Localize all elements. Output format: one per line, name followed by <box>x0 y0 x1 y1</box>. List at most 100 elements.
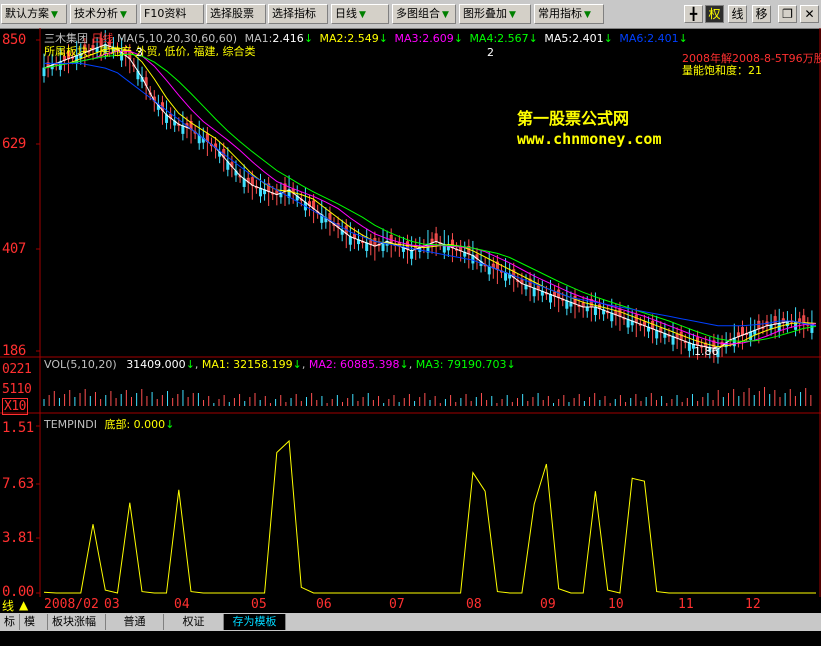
date-label: 11 <box>678 597 694 612</box>
ma1-line <box>43 44 817 350</box>
grid-icon[interactable]: ╋ <box>684 5 703 23</box>
vol-axis-label: 5110 <box>2 382 32 397</box>
ma3-value: 2.609 <box>422 32 454 45</box>
price-candle <box>365 242 369 251</box>
restore-icon[interactable]: ❐ <box>778 5 797 23</box>
price-candle <box>532 287 536 297</box>
indicator-axis-label: 7.63 <box>2 476 34 492</box>
vol-unit-label: X10 <box>2 398 28 415</box>
vol-legend: VOL(5,10,20) 31409.000↓, MA1: 32158.199↓… <box>44 358 516 371</box>
chart-area[interactable] <box>0 28 821 597</box>
date-label: 09 <box>540 597 556 612</box>
select-indicator-button[interactable]: 选择指标 <box>268 4 328 24</box>
ma5-value: 2.401 <box>572 32 604 45</box>
ma5-label: MA5: <box>544 32 573 45</box>
bottom-tab-bar: 标 模板 板块涨幅 普通 权证 存为模板 <box>0 613 821 644</box>
vol-ma3: MA3: 79190.703 <box>415 358 507 371</box>
ma6-line <box>44 62 817 327</box>
indicator-axis-label: 1.51 <box>2 420 34 436</box>
date-label: 05 <box>251 597 267 612</box>
price-candle <box>626 318 630 328</box>
tab-template[interactable]: 模板 <box>20 614 48 644</box>
energy-saturation: 量能饱和度：21 <box>682 64 762 77</box>
scheme-button[interactable]: 默认方案 ▼ <box>1 4 67 24</box>
date-axis: 线 ▲ 2008/02 03 04 05 06 07 08 09 10 11 1… <box>0 597 821 613</box>
ma4-value: 2.567 <box>497 32 529 45</box>
tab-warrant[interactable]: 权证 <box>164 614 224 630</box>
date-label: 12 <box>745 597 761 612</box>
price-candle <box>258 187 262 197</box>
date-label: 06 <box>316 597 332 612</box>
price-candle <box>487 265 491 275</box>
moving-average-lines <box>43 44 817 350</box>
vol-axis-label: 0221 <box>2 362 32 377</box>
price-candle <box>565 300 569 309</box>
watermark-url: www.chnmoney.com <box>517 130 662 148</box>
price-candle <box>593 306 597 315</box>
tab-save-template[interactable]: 存为模板 <box>224 614 286 630</box>
price-candle <box>671 336 675 345</box>
select-stock-button[interactable]: 选择股票 <box>206 4 266 24</box>
tab-sector-gain[interactable]: 板块涨幅 <box>48 614 106 630</box>
ma6-label: MA6: <box>619 32 648 45</box>
vol-ma1: MA1: 32158.199 <box>201 358 293 371</box>
price-candles <box>42 30 814 364</box>
ma4-label: MA4: <box>469 32 498 45</box>
date-label: 03 <box>104 597 120 612</box>
price-candle <box>348 236 352 245</box>
watermark-title: 第一股票公式网 <box>517 109 630 128</box>
tech-analysis-button[interactable]: 技术分析 ▼ <box>70 4 137 24</box>
move-icon[interactable]: 移 <box>752 5 771 23</box>
marker-3: 3 <box>136 46 143 59</box>
price-candle <box>749 331 753 340</box>
f10-button[interactable]: F10资料 <box>140 4 204 24</box>
vol-ma2: MA2: 60885.398 <box>308 358 400 371</box>
line-icon[interactable]: 线 <box>728 5 747 23</box>
price-candle <box>810 324 814 333</box>
close-icon[interactable]: ✕ <box>800 5 819 23</box>
price-candle <box>42 67 46 77</box>
price-candle <box>381 242 385 251</box>
marker-2: 2 <box>487 46 494 59</box>
indicator-name: TEMPINDI <box>44 418 97 431</box>
common-indicator-button[interactable]: 常用指标 ▼ <box>534 4 604 24</box>
volume-bars <box>43 387 812 406</box>
multi-chart-button[interactable]: 多图组合 ▼ <box>392 4 456 24</box>
top-toolbar: 默认方案 ▼ 技术分析 ▼ F10资料 选择股票 选择指标 日线 ▼ 多图组合 ▼ 图形… <box>0 0 821 29</box>
price-candle <box>504 272 508 281</box>
date-label: 07 <box>389 597 405 612</box>
price-candle <box>181 125 185 134</box>
price-candle <box>687 342 691 351</box>
tab-mark[interactable]: 标 <box>0 614 20 630</box>
tab-normal[interactable]: 普通 <box>106 614 164 630</box>
indicator-bottom: 底部: 0.000 <box>104 418 166 431</box>
price-candle <box>585 306 589 312</box>
line-mode-label: 线 <box>2 599 15 613</box>
low-price-label: 1.86 <box>694 345 719 358</box>
price-candle <box>610 312 614 322</box>
indicator-line <box>43 439 816 594</box>
ma3-label: MA3: <box>394 32 423 45</box>
sector-info: 所属板块：房地产 外贸, 低价, 福建, 综合类 <box>44 45 256 58</box>
date-label: 08 <box>466 597 482 612</box>
ma3-line <box>43 50 817 345</box>
date-label: 10 <box>608 597 624 612</box>
ma6-value: 2.401 <box>647 32 679 45</box>
date-label: 2008/02 <box>44 597 99 612</box>
rights-icon[interactable]: 权 <box>705 5 724 23</box>
period-button[interactable]: 日线 ▼ <box>331 4 389 24</box>
ma1-value: 2.416 <box>272 32 304 45</box>
ma2-value: 2.549 <box>347 32 379 45</box>
triangle-up-icon[interactable]: ▲ <box>19 598 28 612</box>
price-axis-label: 186 <box>2 343 26 359</box>
price-candle <box>548 293 552 303</box>
price-axis-label: 850 <box>2 32 26 48</box>
indicator-legend: TEMPINDI 底部: 0.000↓ <box>44 418 175 431</box>
overlay-button[interactable]: 图形叠加 ▼ <box>459 4 531 24</box>
price-candle <box>410 250 414 259</box>
tempindi-line <box>43 439 816 594</box>
price-axis-label: 407 <box>2 241 26 257</box>
ma2-line <box>43 47 817 348</box>
price-candle <box>655 329 659 339</box>
vol-label: VOL(5,10,20) <box>44 358 117 371</box>
